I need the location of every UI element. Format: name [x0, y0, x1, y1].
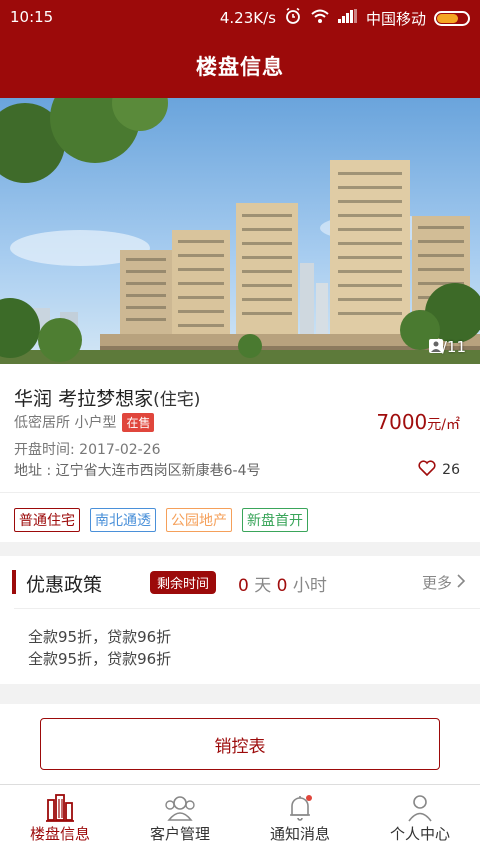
- status-bar: 10:15 4.23K/s 中国移动: [0, 0, 480, 34]
- property-title: 华润 考拉梦想家(住宅): [14, 384, 200, 411]
- tab-label: 通知消息: [269, 825, 330, 843]
- unread-dot: [306, 795, 312, 801]
- open-date-label: 开盘时间:: [14, 442, 75, 458]
- property-price: 7000元/㎡: [376, 410, 460, 434]
- open-date: 开盘时间: 2017-02-26: [14, 439, 161, 459]
- promotion-section: 优惠政策 剩余时间 0 天 0 小时 更多 全款95折，贷款96折 全款95折，…: [0, 556, 480, 684]
- image-counter: 1/11: [428, 338, 466, 356]
- network-speed: 4.23K/s: [219, 9, 276, 27]
- page-title: 楼盘信息: [196, 55, 284, 79]
- promotion-item: 全款95折，贷款96折: [28, 650, 172, 668]
- tab-property-info[interactable]: 楼盘信息: [0, 785, 120, 853]
- person-icon: [407, 793, 433, 823]
- feature-tag: 南北通透: [90, 508, 156, 532]
- more-link[interactable]: 更多: [422, 572, 466, 593]
- tab-label: 个人中心: [389, 825, 450, 843]
- feature-tag: 普通住宅: [14, 508, 80, 532]
- sales-control-area: 销控表: [0, 704, 480, 784]
- tab-notifications[interactable]: 通知消息: [240, 785, 360, 853]
- carrier-name: 中国移动: [365, 9, 426, 28]
- feature-tags: 普通住宅 南北通透 公园地产 新盘首开: [14, 508, 308, 532]
- status-time: 10:15: [10, 8, 54, 26]
- promotion-item: 全款95折，贷款96折: [28, 628, 172, 646]
- countdown-days-unit: 天: [254, 576, 272, 596]
- building-icon: [45, 793, 75, 823]
- property-image-carousel[interactable]: 1/11: [0, 98, 480, 364]
- developer-name: 华润: [14, 388, 53, 410]
- feature-tag: 公园地产: [166, 508, 232, 532]
- wifi-icon: [310, 8, 330, 28]
- alarm-icon: [284, 7, 302, 29]
- tab-label: 客户管理: [149, 825, 210, 843]
- favorite-button[interactable]: 26: [418, 460, 460, 480]
- property-tags-text: 低密居所 小户型: [14, 415, 117, 431]
- sales-control-button[interactable]: 销控表: [40, 718, 440, 770]
- promotion-list: 全款95折，贷款96折 全款95折，贷款96折: [28, 626, 171, 670]
- bottom-tab-bar: 楼盘信息 客户管理 通知消息 个人中心: [0, 784, 480, 853]
- remaining-time-badge: 剩余时间: [150, 571, 217, 594]
- signal-icon: [337, 9, 358, 27]
- price-unit: 元/㎡: [427, 417, 460, 433]
- project-name: 考拉梦想家: [58, 388, 154, 410]
- section-accent-bar: [12, 570, 16, 594]
- likes-count: 26: [442, 462, 460, 478]
- divider: [0, 492, 480, 493]
- status-right: 4.23K/s 中国移动: [220, 7, 470, 29]
- countdown: 0 天 0 小时: [238, 571, 327, 596]
- more-label: 更多: [421, 574, 452, 592]
- nav-bar: 楼盘信息: [0, 34, 480, 98]
- countdown-days: 0: [238, 576, 249, 596]
- tab-customer-management[interactable]: 客户管理: [120, 785, 240, 853]
- status-badge: 在售: [122, 412, 155, 432]
- chevron-right-icon: [456, 573, 466, 592]
- heart-icon: [418, 460, 436, 480]
- users-icon: [163, 793, 197, 823]
- price-value: 7000: [376, 410, 428, 434]
- tab-personal-center[interactable]: 个人中心: [360, 785, 480, 853]
- address-value: 辽宁省大连市西岗区新康巷6-4号: [55, 463, 261, 479]
- address-label: 地址 :: [14, 463, 52, 479]
- countdown-hours-unit: 小时: [292, 576, 327, 596]
- feature-tag: 新盘首开: [242, 508, 308, 532]
- property-type: (住宅): [153, 390, 201, 410]
- open-date-value: 2017-02-26: [79, 442, 161, 458]
- tab-label: 楼盘信息: [29, 825, 90, 843]
- divider: [14, 608, 480, 609]
- battery-icon: [434, 10, 470, 26]
- building-photo: [0, 98, 480, 364]
- countdown-hours: 0: [276, 576, 288, 596]
- property-info-card: 华润 考拉梦想家(住宅) 低密居所 小户型 在售 7000元/㎡ 开盘时间: 2…: [0, 364, 480, 542]
- property-tags-line: 低密居所 小户型 在售: [14, 412, 155, 432]
- promotion-heading: 优惠政策: [26, 574, 103, 596]
- address: 地址 : 辽宁省大连市西岗区新康巷6-4号: [14, 460, 261, 480]
